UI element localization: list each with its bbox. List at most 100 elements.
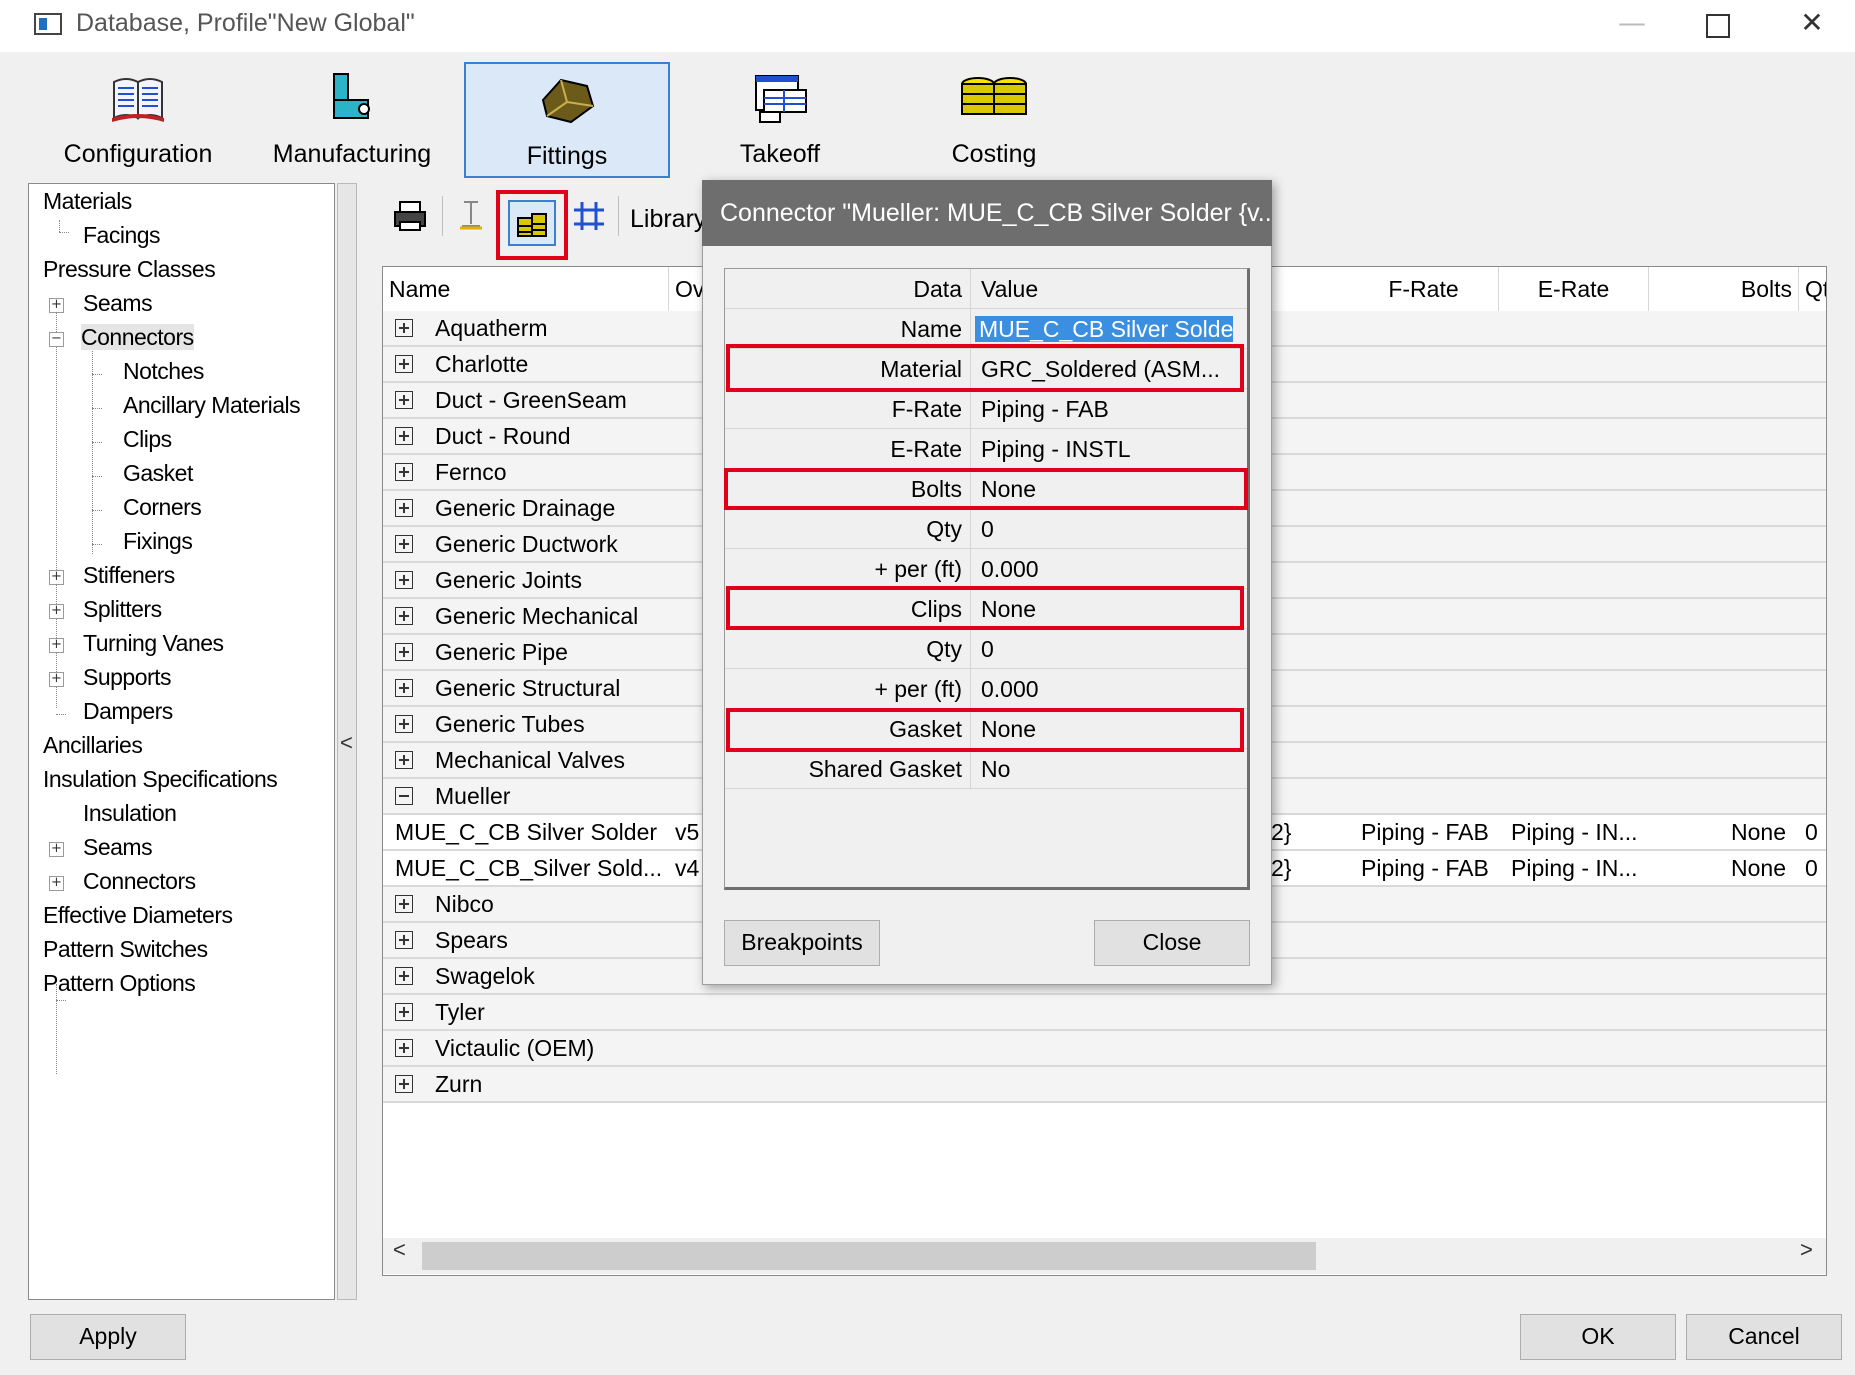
pipe-tool-icon[interactable] [456, 198, 486, 234]
collapse-icon[interactable] [395, 787, 413, 805]
column-header-f-rate[interactable]: F-Rate [1349, 267, 1499, 311]
breakpoints-button[interactable]: Breakpoints [724, 920, 880, 966]
database-tree[interactable]: Materials Facings Pressure Classes + Sea… [28, 183, 335, 1300]
costing-tool-button[interactable] [508, 200, 556, 246]
expand-icon[interactable] [395, 895, 413, 913]
tree-item-connectors[interactable]: Connectors [81, 324, 194, 351]
expand-icon[interactable]: + [49, 570, 64, 585]
expand-icon[interactable]: + [49, 842, 64, 857]
column-header-name[interactable]: Name [383, 267, 669, 311]
property-value[interactable]: 0 [981, 629, 1239, 669]
collapse-panel-icon[interactable]: < [340, 730, 353, 756]
group-row[interactable]: Victaulic (OEM) [383, 1031, 1826, 1067]
expand-icon[interactable]: + [49, 298, 64, 313]
property-row-f-rate[interactable]: F-Rate Piping - FAB [725, 389, 1247, 429]
tree-item-corners[interactable]: Corners [123, 494, 202, 521]
expand-icon[interactable] [395, 1075, 413, 1093]
column-header-e-rate[interactable]: E-Rate [1499, 267, 1649, 311]
expand-icon[interactable] [395, 1003, 413, 1021]
scroll-right-icon[interactable]: > [1800, 1237, 1813, 1263]
library-label[interactable]: Library [630, 205, 706, 234]
print-icon[interactable] [392, 198, 428, 234]
expand-icon[interactable] [395, 931, 413, 949]
expand-icon[interactable]: + [49, 876, 64, 891]
property-row-e-rate[interactable]: E-Rate Piping - INSTL [725, 429, 1247, 469]
cancel-button[interactable]: Cancel [1686, 1314, 1842, 1360]
tree-item-insulation-connectors[interactable]: Connectors [83, 868, 196, 895]
group-name: Aquatherm [435, 315, 548, 341]
expand-icon[interactable] [395, 643, 413, 661]
expand-icon[interactable] [395, 751, 413, 769]
scroll-left-icon[interactable]: < [393, 1237, 406, 1263]
dialog-close-button[interactable]: Close [1094, 920, 1250, 966]
property-row-name[interactable]: Name MUE_C_CB Silver Solder [725, 309, 1247, 349]
property-row-clips-qty[interactable]: Qty 0 [725, 629, 1247, 669]
column-header-bolts[interactable]: Bolts [1649, 267, 1799, 311]
close-window-button[interactable]: ✕ [1782, 6, 1842, 42]
tree-item-notches[interactable]: Notches [123, 358, 204, 385]
tree-item-effective-diameters[interactable]: Effective Diameters [43, 902, 233, 929]
category-takeoff[interactable]: Takeoff [690, 62, 870, 178]
apply-button[interactable]: Apply [30, 1314, 186, 1360]
tree-item-facings[interactable]: Facings [83, 222, 161, 249]
tree-item-clips[interactable]: Clips [123, 426, 172, 453]
grid-tool-icon[interactable] [572, 198, 606, 234]
tree-item-insulation-seams[interactable]: Seams [83, 834, 153, 861]
expand-icon[interactable] [395, 607, 413, 625]
minimize-button[interactable]: — [1602, 6, 1662, 42]
property-value[interactable]: 0.000 [981, 669, 1239, 709]
group-row[interactable]: Zurn [383, 1067, 1826, 1103]
tree-item-ancillary-materials[interactable]: Ancillary Materials [123, 392, 301, 419]
expand-icon[interactable] [395, 1039, 413, 1057]
category-configuration[interactable]: Configuration [48, 62, 228, 178]
tree-item-insulation[interactable]: Insulation [83, 800, 177, 827]
name-value-input[interactable]: MUE_C_CB Silver Solder [975, 316, 1233, 342]
property-value[interactable]: Piping - FAB [981, 389, 1239, 429]
tree-item-fixings[interactable]: Fixings [123, 528, 193, 555]
ok-button[interactable]: OK [1520, 1314, 1676, 1360]
expand-icon[interactable] [395, 391, 413, 409]
expand-icon[interactable] [395, 319, 413, 337]
tree-item-pressure-classes[interactable]: Pressure Classes [43, 256, 216, 283]
tree-item-pattern-switches[interactable]: Pattern Switches [43, 936, 208, 963]
tree-item-supports[interactable]: Supports [83, 664, 172, 691]
tree-item-stiffeners[interactable]: Stiffeners [83, 562, 175, 589]
expand-icon[interactable] [395, 535, 413, 553]
property-row-shared-gasket[interactable]: Shared Gasket No [725, 749, 1247, 789]
tree-item-insulation-specifications[interactable]: Insulation Specifications [43, 766, 278, 793]
tree-item-seams[interactable]: Seams [83, 290, 153, 317]
property-value[interactable]: 0.000 [981, 549, 1239, 589]
property-row-clips-per-ft[interactable]: + per (ft) 0.000 [725, 669, 1247, 709]
tree-item-splitters[interactable]: Splitters [83, 596, 162, 623]
tree-item-ancillaries[interactable]: Ancillaries [43, 732, 143, 759]
scrollbar-thumb[interactable] [422, 1242, 1316, 1270]
expand-icon[interactable]: + [49, 638, 64, 653]
property-row-bolts-qty[interactable]: Qty 0 [725, 509, 1247, 549]
tree-item-pattern-options[interactable]: Pattern Options [43, 970, 196, 997]
expand-icon[interactable] [395, 463, 413, 481]
expand-icon[interactable] [395, 679, 413, 697]
tree-item-gasket[interactable]: Gasket [123, 460, 193, 487]
category-costing[interactable]: Costing [904, 62, 1084, 178]
expand-icon[interactable] [395, 427, 413, 445]
group-row[interactable]: Tyler [383, 995, 1826, 1031]
expand-icon[interactable] [395, 715, 413, 733]
tree-item-materials[interactable]: Materials [43, 188, 132, 215]
collapse-icon[interactable]: − [49, 332, 64, 347]
expand-icon[interactable] [395, 967, 413, 985]
property-row-bolts-per-ft[interactable]: + per (ft) 0.000 [725, 549, 1247, 589]
expand-icon[interactable]: + [49, 604, 64, 619]
expand-icon[interactable] [395, 499, 413, 517]
property-value[interactable]: 0 [981, 509, 1239, 549]
maximize-button[interactable] [1688, 6, 1748, 42]
column-header-qty[interactable]: Qt [1799, 267, 1826, 311]
tree-item-dampers[interactable]: Dampers [83, 698, 173, 725]
property-value[interactable]: Piping - INSTL [981, 429, 1239, 469]
category-manufacturing[interactable]: Manufacturing [262, 62, 442, 178]
expand-icon[interactable]: + [49, 672, 64, 687]
category-fittings[interactable]: Fittings [464, 62, 670, 178]
property-value[interactable]: No [981, 749, 1239, 789]
tree-item-turning-vanes[interactable]: Turning Vanes [83, 630, 224, 657]
expand-icon[interactable] [395, 355, 413, 373]
expand-icon[interactable] [395, 571, 413, 589]
